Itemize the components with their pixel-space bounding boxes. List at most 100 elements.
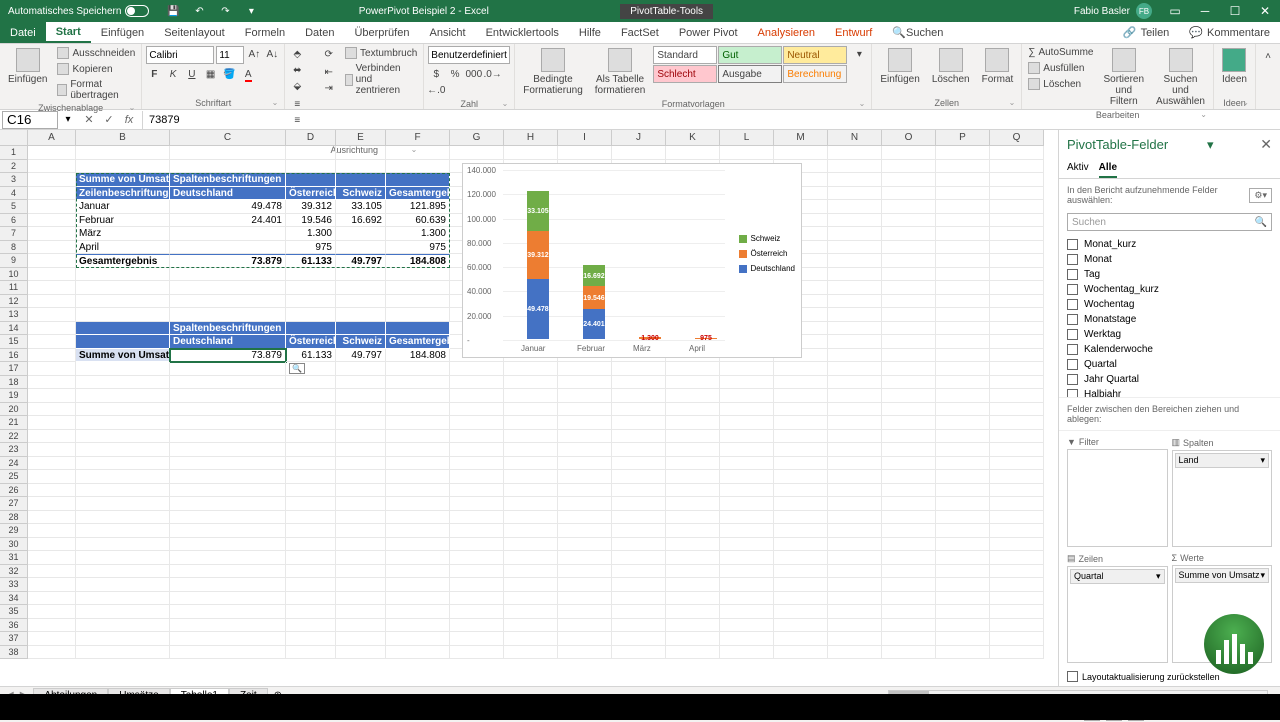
cell-K29[interactable]: [666, 524, 720, 538]
undo-icon[interactable]: ↶: [191, 3, 207, 19]
cell-L17[interactable]: [720, 362, 774, 376]
cell-B29[interactable]: [76, 524, 170, 538]
cell-N16[interactable]: [828, 349, 882, 363]
cell-A8[interactable]: [28, 241, 76, 255]
cell-M17[interactable]: [774, 362, 828, 376]
cell-D1[interactable]: [286, 146, 336, 160]
cell-G33[interactable]: [450, 578, 504, 592]
cell-D32[interactable]: [286, 565, 336, 579]
cell-A5[interactable]: [28, 200, 76, 214]
cell-F12[interactable]: [386, 295, 450, 309]
row-header-18[interactable]: 18: [0, 376, 28, 390]
cell-K26[interactable]: [666, 484, 720, 498]
cell-Q32[interactable]: [990, 565, 1044, 579]
cell-H30[interactable]: [504, 538, 558, 552]
cell-B13[interactable]: [76, 308, 170, 322]
cell-N5[interactable]: [828, 200, 882, 214]
delete-cells-button[interactable]: Löschen: [928, 46, 974, 87]
field-search-input[interactable]: Suchen 🔍: [1067, 213, 1272, 231]
cell-E14[interactable]: [336, 322, 386, 336]
cell-Q8[interactable]: [990, 241, 1044, 255]
cell-E19[interactable]: [336, 389, 386, 403]
row-header-5[interactable]: 5: [0, 200, 28, 214]
col-header-J[interactable]: J: [612, 130, 666, 146]
cell-K23[interactable]: [666, 443, 720, 457]
cell-H22[interactable]: [504, 430, 558, 444]
row-header-20[interactable]: 20: [0, 403, 28, 417]
cell-D7[interactable]: 1.300: [286, 227, 336, 241]
col-header-N[interactable]: N: [828, 130, 882, 146]
cell-D5[interactable]: 39.312: [286, 200, 336, 214]
cell-B5[interactable]: Januar: [76, 200, 170, 214]
cell-P36[interactable]: [936, 619, 990, 633]
cell-L1[interactable]: [720, 146, 774, 160]
cell-D36[interactable]: [286, 619, 336, 633]
cell-K35[interactable]: [666, 605, 720, 619]
currency-icon[interactable]: $: [428, 66, 444, 82]
cell-G34[interactable]: [450, 592, 504, 606]
cell-C29[interactable]: [170, 524, 286, 538]
row-header-37[interactable]: 37: [0, 632, 28, 646]
row-header-19[interactable]: 19: [0, 389, 28, 403]
cell-G37[interactable]: [450, 632, 504, 646]
field-checkbox[interactable]: [1067, 374, 1078, 385]
cell-D22[interactable]: [286, 430, 336, 444]
cell-K36[interactable]: [666, 619, 720, 633]
cell-I21[interactable]: [558, 416, 612, 430]
cell-P37[interactable]: [936, 632, 990, 646]
cell-I32[interactable]: [558, 565, 612, 579]
cell-G27[interactable]: [450, 497, 504, 511]
tab-powerpivot[interactable]: Power Pivot: [669, 22, 748, 43]
cell-F1[interactable]: [386, 146, 450, 160]
cell-N28[interactable]: [828, 511, 882, 525]
cell-O8[interactable]: [882, 241, 936, 255]
cell-P15[interactable]: [936, 335, 990, 349]
cell-P9[interactable]: [936, 254, 990, 268]
cell-Q29[interactable]: [990, 524, 1044, 538]
cell-P16[interactable]: [936, 349, 990, 363]
cell-F21[interactable]: [386, 416, 450, 430]
cell-B31[interactable]: [76, 551, 170, 565]
cell-O21[interactable]: [882, 416, 936, 430]
cell-D37[interactable]: [286, 632, 336, 646]
cell-C19[interactable]: [170, 389, 286, 403]
cell-C27[interactable]: [170, 497, 286, 511]
cell-L24[interactable]: [720, 457, 774, 471]
cell-B6[interactable]: Februar: [76, 214, 170, 228]
cell-I27[interactable]: [558, 497, 612, 511]
row-header-15[interactable]: 15: [0, 335, 28, 349]
fill-button[interactable]: Ausfüllen: [1026, 61, 1095, 75]
row-header-29[interactable]: 29: [0, 524, 28, 538]
cell-A17[interactable]: [28, 362, 76, 376]
cell-E9[interactable]: 49.797: [336, 254, 386, 268]
cell-O7[interactable]: [882, 227, 936, 241]
cell-F33[interactable]: [386, 578, 450, 592]
row-header-4[interactable]: 4: [0, 187, 28, 201]
cell-K27[interactable]: [666, 497, 720, 511]
cell-L23[interactable]: [720, 443, 774, 457]
cell-O6[interactable]: [882, 214, 936, 228]
tab-seitenlayout[interactable]: Seitenlayout: [154, 22, 235, 43]
save-icon[interactable]: 💾: [165, 3, 181, 19]
cell-P5[interactable]: [936, 200, 990, 214]
cell-D30[interactable]: [286, 538, 336, 552]
cell-O36[interactable]: [882, 619, 936, 633]
cell-C25[interactable]: [170, 470, 286, 484]
cell-E18[interactable]: [336, 376, 386, 390]
cell-E11[interactable]: [336, 281, 386, 295]
col-header-D[interactable]: D: [286, 130, 336, 146]
cell-D35[interactable]: [286, 605, 336, 619]
autosave-switch-icon[interactable]: [125, 5, 149, 17]
cell-Q17[interactable]: [990, 362, 1044, 376]
cell-M25[interactable]: [774, 470, 828, 484]
cell-N25[interactable]: [828, 470, 882, 484]
cell-J38[interactable]: [612, 646, 666, 660]
cell-J1[interactable]: [612, 146, 666, 160]
cell-L22[interactable]: [720, 430, 774, 444]
cell-B16[interactable]: Summe von Umsatz: [76, 349, 170, 363]
col-header-I[interactable]: I: [558, 130, 612, 146]
cell-A29[interactable]: [28, 524, 76, 538]
wrap-text-button[interactable]: Textumbruch: [343, 46, 419, 60]
pivot-chart[interactable]: -20.00040.00060.00080.000100.000120.0001…: [462, 163, 802, 358]
cell-N10[interactable]: [828, 268, 882, 282]
